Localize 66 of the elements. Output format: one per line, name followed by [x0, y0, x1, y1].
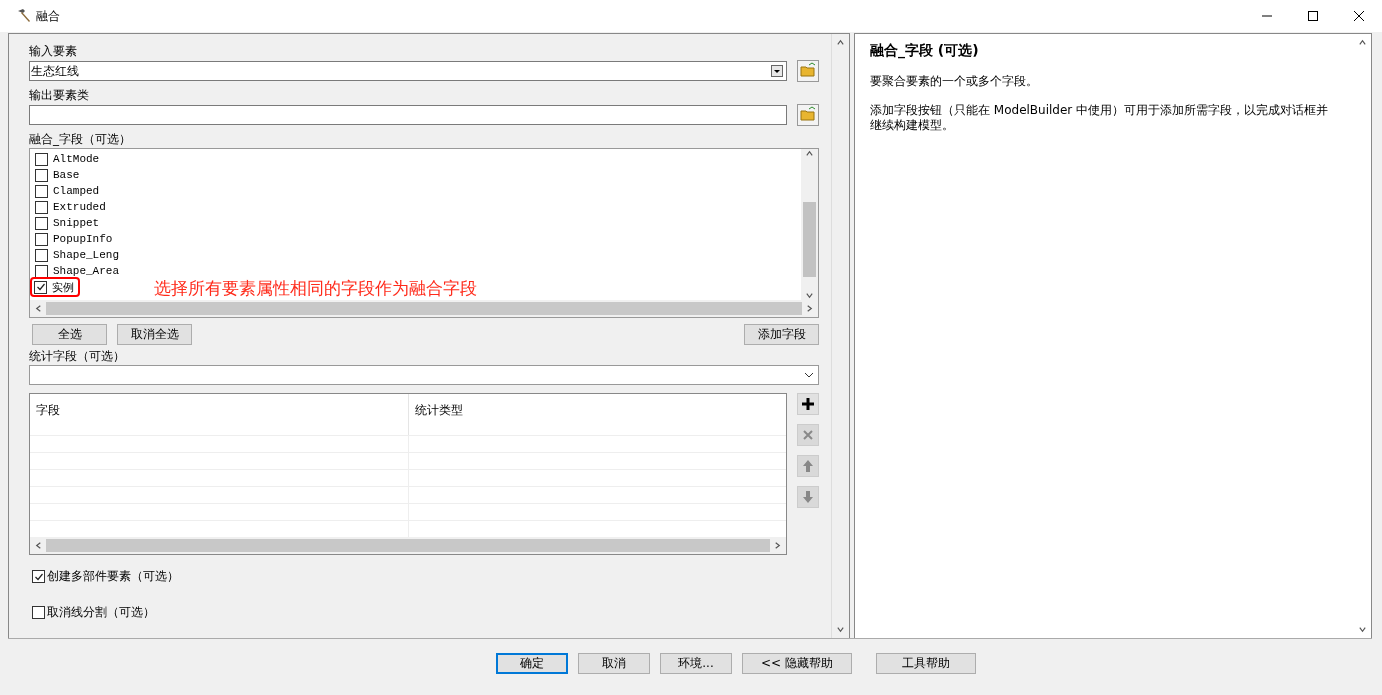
chevron-down-icon[interactable]: [836, 625, 845, 634]
dialog-button[interactable]: 工具帮助: [876, 652, 976, 674]
chevron-up-icon[interactable]: [1358, 38, 1367, 47]
field-label: 输入要素: [29, 44, 78, 58]
field-list-item[interactable]: Base: [35, 167, 84, 183]
select-button[interactable]: 全选: [32, 324, 107, 345]
add-field-button[interactable]: 添加字段: [744, 324, 819, 345]
scrollbar[interactable]: [30, 300, 818, 317]
checkbox[interactable]: [35, 168, 48, 182]
chevron-down-icon[interactable]: [805, 291, 814, 300]
help-paragraph: 添加字段按钮（只能在 ModelBuilder 中使用）可用于添加所需字段，以完成对话框并继续构建模型。: [870, 103, 1330, 133]
checkbox[interactable]: [32, 606, 45, 619]
dialog-button[interactable]: 确定: [496, 652, 568, 674]
checkbox[interactable]: [35, 200, 48, 214]
field-label: 统计字段（可选）: [29, 349, 126, 363]
checkbox[interactable]: [35, 232, 48, 246]
annotation-text: 选择所有要素属性相同的字段作为融合字段: [154, 277, 477, 300]
checkbox-label[interactable]: 取消线分割（可选）: [47, 604, 155, 621]
help-paragraph: 要聚合要素的一个或多个字段。: [870, 74, 1039, 89]
checkbox[interactable]: [35, 264, 48, 278]
field-list-item[interactable]: Clamped: [35, 183, 104, 199]
checkbox[interactable]: [35, 248, 48, 262]
field-list-item[interactable]: PopupInfo: [35, 231, 117, 247]
scrollbar[interactable]: [801, 149, 818, 300]
dialog-button[interactable]: 取消: [578, 652, 650, 674]
checkbox[interactable]: [32, 570, 45, 583]
arrow-down-icon: [800, 489, 816, 505]
chevron-right-icon[interactable]: [773, 541, 782, 550]
output-field[interactable]: [29, 105, 787, 125]
scrollbar[interactable]: [30, 537, 786, 554]
chevron-up-icon[interactable]: [836, 38, 845, 47]
input-dropdown[interactable]: 生态红线: [29, 61, 787, 81]
field-label: 输出要素类: [29, 88, 90, 102]
field-list-item[interactable]: Shape_Area: [35, 263, 123, 279]
help-title: 融合_字段 (可选): [870, 42, 980, 60]
arrow-up-icon: [800, 458, 816, 474]
chevron-left-icon[interactable]: [34, 304, 43, 313]
chevron-left-icon[interactable]: [34, 541, 43, 550]
folder-icon[interactable]: [797, 60, 819, 82]
add-button[interactable]: [797, 393, 819, 415]
field-list-item[interactable]: Snippet: [35, 215, 104, 231]
statistics-dropdown[interactable]: [29, 365, 819, 385]
field-list-item[interactable]: Extruded: [35, 199, 110, 215]
checkbox-label[interactable]: 创建多部件要素（可选）: [47, 568, 179, 585]
window-title: 融合: [36, 7, 60, 25]
dialog-button[interactable]: << 隐藏帮助: [742, 652, 852, 674]
plus-icon: [800, 396, 816, 412]
chevron-up-icon[interactable]: [805, 149, 814, 158]
maximize-icon[interactable]: [1307, 10, 1319, 22]
close-icon[interactable]: [1353, 10, 1365, 22]
field-list-item[interactable]: 实例: [32, 279, 78, 295]
folder-icon[interactable]: [797, 104, 819, 126]
checkbox[interactable]: [35, 152, 48, 166]
select-button[interactable]: 取消全选: [117, 324, 192, 345]
column-header[interactable]: 统计类型: [407, 394, 786, 435]
chevron-down-icon[interactable]: [1358, 625, 1367, 634]
field-label: 融合_字段（可选）: [29, 132, 132, 146]
field-list-item[interactable]: AltMode: [35, 151, 104, 167]
column-header[interactable]: 字段: [30, 394, 408, 435]
field-list-item[interactable]: Shape_Leng: [35, 247, 123, 263]
chevron-right-icon[interactable]: [805, 304, 814, 313]
checkbox[interactable]: [35, 216, 48, 230]
checkbox[interactable]: [34, 280, 47, 294]
hammer-icon: [16, 8, 32, 24]
dialog-button[interactable]: 环境...: [660, 652, 732, 674]
checkbox[interactable]: [35, 184, 48, 198]
